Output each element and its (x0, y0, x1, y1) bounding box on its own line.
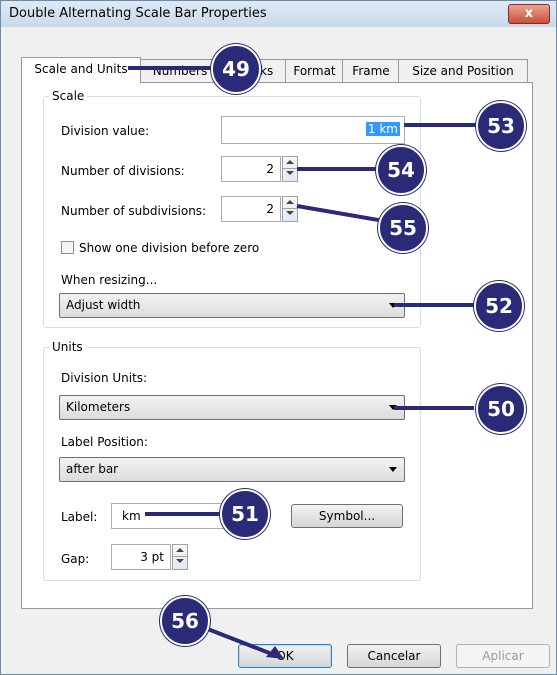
callout-lines (128, 66, 476, 659)
callout-51: 51 (220, 489, 270, 539)
callout-line-56 (199, 624, 278, 658)
callout-54: 54 (376, 145, 426, 195)
callout-50: 50 (476, 384, 526, 434)
callout-line-55 (296, 204, 391, 224)
callout-52: 52 (474, 281, 524, 331)
callout-53: 53 (476, 101, 526, 151)
callout-49: 49 (211, 44, 261, 94)
callout-55: 55 (378, 203, 428, 253)
callout-56: 56 (160, 596, 210, 646)
